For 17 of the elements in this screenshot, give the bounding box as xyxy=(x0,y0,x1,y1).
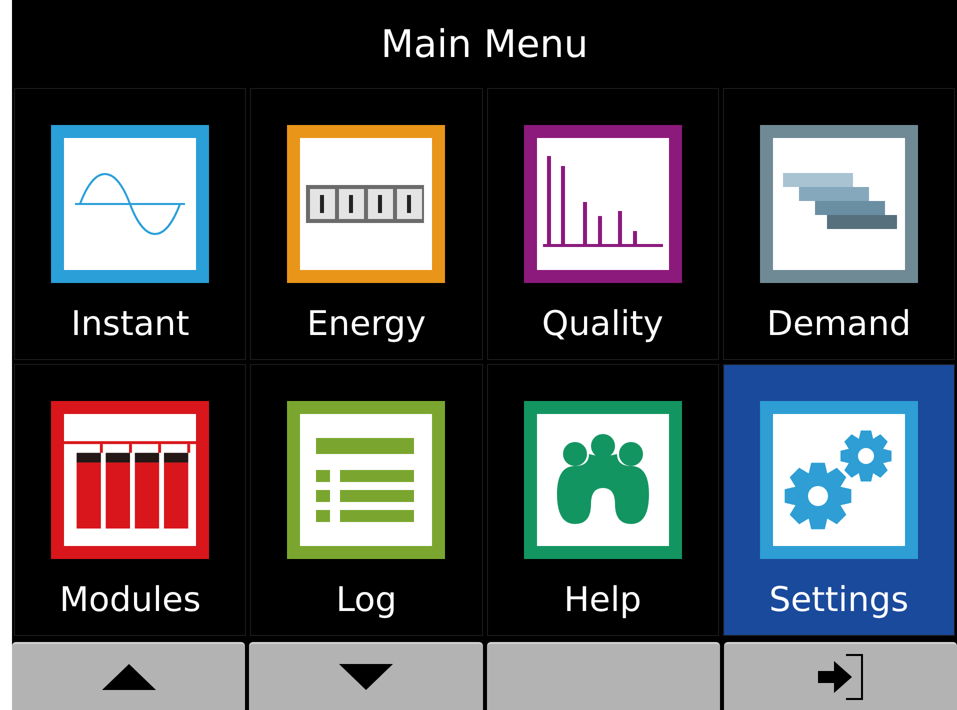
soft-key[interactable] xyxy=(12,642,246,710)
menu-tile[interactable]: Energy xyxy=(250,88,482,360)
up-arrow-icon xyxy=(102,664,156,690)
menu-tile[interactable]: Quality xyxy=(486,88,719,360)
menu-tile[interactable]: Modules xyxy=(14,364,246,636)
soft-key[interactable] xyxy=(249,642,482,710)
enter-icon xyxy=(816,653,864,701)
settings-icon xyxy=(784,428,894,532)
menu-tile[interactable]: Log xyxy=(250,364,482,636)
list-icon xyxy=(316,438,416,522)
soft-key[interactable] xyxy=(724,642,957,710)
screen-title: Main Menu xyxy=(380,20,588,68)
menu-tile[interactable]: Instant xyxy=(14,88,246,360)
down-arrow-icon xyxy=(338,664,393,690)
menu-tile[interactable]: Help xyxy=(486,364,719,636)
menu-tile[interactable]: Demand xyxy=(722,88,955,360)
menu-tile[interactable]: Settings xyxy=(722,364,955,636)
